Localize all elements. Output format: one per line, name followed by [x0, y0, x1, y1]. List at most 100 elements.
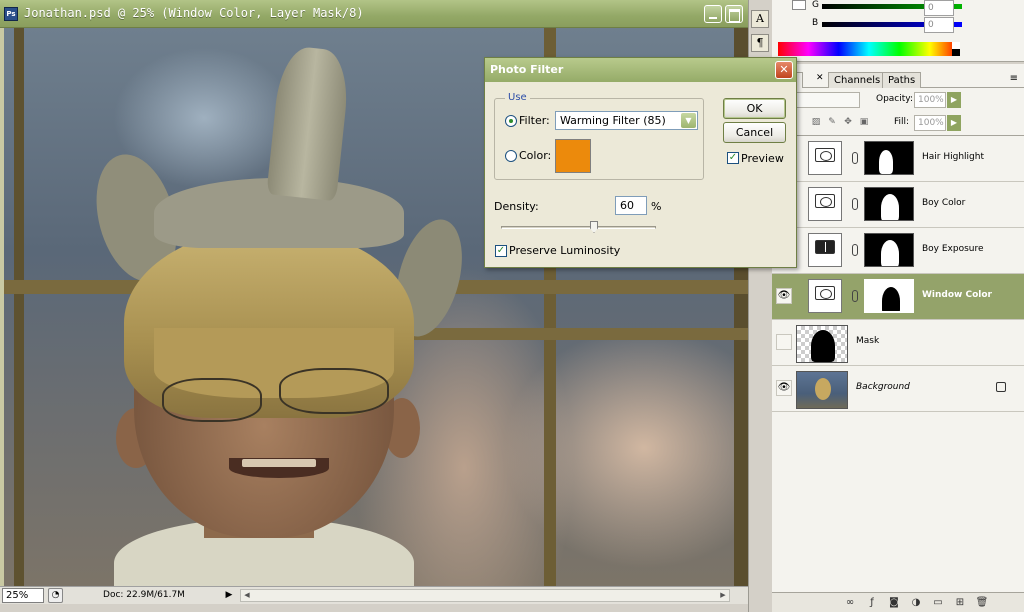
- chain-link-icon[interactable]: [852, 244, 858, 256]
- add-mask-icon[interactable]: ◙: [886, 596, 902, 610]
- maximize-button[interactable]: [725, 5, 743, 23]
- paragraph-panel-icon[interactable]: ¶: [751, 34, 769, 52]
- layer-mask-thumbnail[interactable]: [864, 141, 914, 175]
- tab-channels[interactable]: Channels: [828, 72, 887, 88]
- navigator-icon[interactable]: ◔: [48, 588, 63, 603]
- layer-row-window-color[interactable]: 👁 Window Color: [772, 274, 1024, 320]
- layer-name: Boy Exposure: [922, 244, 984, 254]
- lock-icon: [996, 382, 1006, 392]
- preview-checkbox[interactable]: ✓: [727, 152, 739, 164]
- filter-select[interactable]: Warming Filter (85) ▼: [555, 111, 698, 130]
- opacity-arrow-icon[interactable]: ▶: [947, 92, 961, 108]
- trash-icon[interactable]: 🗑: [974, 596, 990, 610]
- layer-thumbnail: [796, 325, 848, 363]
- color-label[interactable]: Color:: [519, 149, 551, 162]
- lock-transparent-icon[interactable]: ▨: [810, 116, 822, 128]
- photo-glasses: [279, 368, 389, 414]
- fill-field[interactable]: 100%: [914, 115, 946, 131]
- close-button[interactable]: ✕: [775, 61, 793, 79]
- black-white-swatch[interactable]: [952, 42, 960, 56]
- layer-mask-thumbnail[interactable]: [864, 279, 914, 313]
- cancel-button[interactable]: Cancel: [723, 122, 786, 143]
- blue-value[interactable]: 0: [924, 17, 954, 33]
- zoom-field[interactable]: 25%: [2, 588, 44, 603]
- density-unit: %: [651, 200, 662, 213]
- lock-all-icon[interactable]: ▣: [858, 116, 870, 128]
- filter-color-swatch[interactable]: [555, 139, 591, 173]
- fill-arrow-icon[interactable]: ▶: [947, 115, 961, 131]
- ok-button[interactable]: OK: [723, 98, 786, 119]
- lock-position-icon[interactable]: ✥: [842, 116, 854, 128]
- layer-row-boy-color[interactable]: Boy Color: [772, 182, 1024, 228]
- density-slider[interactable]: [501, 226, 656, 229]
- layer-name: Hair Highlight: [922, 152, 984, 162]
- exposure-icon: [815, 240, 835, 254]
- density-field[interactable]: 60: [615, 196, 647, 215]
- green-label: G: [812, 0, 819, 10]
- chain-link-icon[interactable]: [852, 152, 858, 164]
- character-panel-icon[interactable]: A: [751, 10, 769, 28]
- window-frame: [14, 28, 24, 586]
- layers-footer: ∞ ƒ ◙ ◑ ▭ ⊞ 🗑: [772, 592, 1024, 612]
- photo-hat-horn: [266, 44, 352, 202]
- status-menu-arrow-icon[interactable]: ▶: [222, 588, 236, 603]
- new-group-icon[interactable]: ▭: [930, 596, 946, 610]
- color-spectrum[interactable]: [778, 42, 960, 56]
- layers-panel: ers ✕ Channels Paths ≡ nal Opacity: 100%…: [772, 64, 1024, 612]
- scroll-left-icon[interactable]: ◀: [241, 590, 253, 601]
- tab-paths[interactable]: Paths: [882, 72, 922, 88]
- photo-filter-icon: [815, 286, 835, 300]
- document-title: Jonathan.psd @ 25% (Window Color, Layer …: [24, 6, 364, 20]
- mask-shape: [881, 240, 899, 266]
- layer-row-mask[interactable]: Mask: [772, 320, 1024, 366]
- dialog-title: Photo Filter: [490, 63, 564, 76]
- chevron-down-icon[interactable]: ▼: [681, 113, 696, 128]
- panel-menu-icon[interactable]: ≡: [1010, 73, 1018, 84]
- layer-row-hair-highlight[interactable]: Hair Highlight: [772, 136, 1024, 182]
- tab-label: Paths: [888, 75, 916, 86]
- eye-icon[interactable]: 👁: [776, 380, 792, 396]
- chain-link-icon[interactable]: [852, 290, 858, 302]
- adjustment-thumbnail: [808, 187, 842, 221]
- layer-mask-thumbnail[interactable]: [864, 187, 914, 221]
- layer-mask-thumbnail[interactable]: [864, 233, 914, 267]
- photo-glasses: [162, 378, 262, 422]
- blue-label: B: [812, 18, 819, 28]
- chain-link-icon[interactable]: [852, 198, 858, 210]
- document-titlebar[interactable]: Ps Jonathan.psd @ 25% (Window Color, Lay…: [0, 0, 748, 28]
- visibility-toggle[interactable]: [776, 334, 792, 350]
- preserve-luminosity-checkbox[interactable]: ✓: [495, 245, 507, 257]
- layer-style-icon[interactable]: ƒ: [864, 596, 880, 610]
- adjustment-layer-icon[interactable]: ◑: [908, 596, 924, 610]
- lock-image-icon[interactable]: ✎: [826, 116, 838, 128]
- layer-row-boy-exposure[interactable]: Boy Exposure: [772, 228, 1024, 274]
- density-slider-thumb[interactable]: [590, 221, 598, 233]
- layer-row-background[interactable]: 👁 Background: [772, 366, 1024, 412]
- document-size: Doc: 22.9M/61.7M: [103, 590, 185, 600]
- color-radio[interactable]: [505, 150, 517, 162]
- green-value[interactable]: 0: [924, 0, 954, 16]
- mask-shape: [882, 287, 900, 311]
- scroll-right-icon[interactable]: ▶: [717, 590, 729, 601]
- dialog-titlebar[interactable]: Photo Filter ✕: [485, 58, 796, 82]
- photoshop-icon: Ps: [4, 7, 18, 21]
- new-layer-icon[interactable]: ⊞: [952, 596, 968, 610]
- minimize-button[interactable]: [704, 5, 722, 23]
- filter-radio[interactable]: [505, 115, 517, 127]
- panel-tabs: ers ✕ Channels Paths ≡: [772, 70, 1024, 88]
- mask-shape: [811, 330, 835, 362]
- photo-filter-icon: [815, 148, 835, 162]
- layer-list: Hair Highlight Boy Color Boy Exposure 👁: [772, 135, 1024, 575]
- eye-icon[interactable]: 👁: [776, 288, 792, 304]
- preserve-luminosity-label[interactable]: Preserve Luminosity: [509, 244, 620, 257]
- mask-shape: [881, 194, 899, 220]
- color-swatch[interactable]: [792, 0, 806, 10]
- link-layers-icon[interactable]: ∞: [842, 596, 858, 610]
- horizontal-scrollbar[interactable]: ◀ ▶: [240, 589, 730, 602]
- opacity-field[interactable]: 100%: [914, 92, 946, 108]
- close-icon[interactable]: ✕: [816, 73, 824, 83]
- density-label: Density:: [494, 200, 539, 213]
- filter-select-value: Warming Filter (85): [560, 114, 666, 127]
- preview-label[interactable]: Preview: [741, 152, 784, 165]
- filter-label[interactable]: Filter:: [519, 114, 550, 127]
